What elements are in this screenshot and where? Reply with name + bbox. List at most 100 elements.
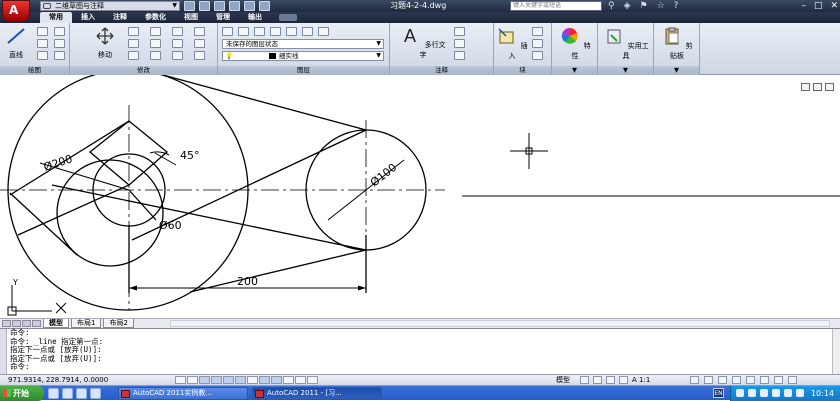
- dyn-toggle[interactable]: [259, 376, 270, 384]
- tab-parametric[interactable]: 参数化: [136, 12, 175, 23]
- application-menu-button[interactable]: A: [2, 0, 30, 22]
- viewport-close-icon[interactable]: [825, 83, 834, 91]
- plot-icon[interactable]: [259, 1, 270, 11]
- save-icon[interactable]: [214, 1, 225, 11]
- update-icon[interactable]: [772, 389, 780, 397]
- rotate-icon[interactable]: [128, 27, 139, 36]
- open-icon[interactable]: [199, 1, 210, 11]
- layers-panel-label[interactable]: 图层: [218, 66, 389, 75]
- offset-icon[interactable]: [194, 39, 205, 48]
- zoom-icon[interactable]: [619, 376, 628, 384]
- auto-scale-icon[interactable]: [704, 376, 713, 384]
- tpy-toggle[interactable]: [283, 376, 294, 384]
- status-menu-icon[interactable]: [774, 376, 783, 384]
- line-button[interactable]: 直线: [4, 26, 28, 60]
- new-icon[interactable]: [184, 1, 195, 11]
- insert-button[interactable]: 插入: [496, 26, 528, 61]
- tab-output[interactable]: 输出: [239, 12, 271, 23]
- move-button[interactable]: 移动: [90, 26, 120, 60]
- layer-lock-icon[interactable]: [318, 27, 329, 36]
- arc-icon[interactable]: [37, 51, 48, 60]
- annotation-scale[interactable]: A 1:1: [632, 375, 650, 385]
- ortho-toggle[interactable]: [199, 376, 210, 384]
- clipboard-button[interactable]: 剪贴板: [658, 26, 696, 61]
- minimize-icon[interactable]: –: [801, 0, 806, 12]
- utilities-button[interactable]: 实用工具: [602, 26, 650, 61]
- comm-center-icon[interactable]: ⚑: [640, 0, 648, 12]
- break-icon[interactable]: [194, 51, 205, 60]
- close-icon[interactable]: ✕: [830, 0, 838, 12]
- array-icon[interactable]: [172, 51, 183, 60]
- ime-icon[interactable]: [796, 389, 804, 397]
- lock-icon[interactable]: [732, 376, 741, 384]
- utilities-panel-arrow[interactable]: ▼: [598, 66, 653, 75]
- favorites-icon[interactable]: ☆: [657, 0, 665, 12]
- ribbon-minimize-button[interactable]: [279, 14, 297, 21]
- tab-layout2[interactable]: 布局2: [103, 319, 134, 328]
- prev-tab-icon[interactable]: [12, 320, 21, 327]
- attribute-icon[interactable]: [532, 51, 543, 60]
- language-indicator[interactable]: EN: [713, 388, 724, 398]
- properties-panel-arrow[interactable]: ▼: [552, 66, 597, 75]
- tab-manage[interactable]: 管理: [207, 12, 239, 23]
- clipboard-panel-arrow[interactable]: ▼: [654, 66, 699, 75]
- layer-properties-icon[interactable]: [222, 27, 233, 36]
- otrack-toggle[interactable]: [235, 376, 246, 384]
- rectangle-icon[interactable]: [54, 27, 65, 36]
- polar-toggle[interactable]: [211, 376, 222, 384]
- osnap-toggle[interactable]: [223, 376, 234, 384]
- search-input[interactable]: 键入关键字或短语: [510, 1, 602, 11]
- mirror-icon[interactable]: [150, 39, 161, 48]
- quick-view-drawings-icon[interactable]: [593, 376, 602, 384]
- edit-block-icon[interactable]: [532, 39, 543, 48]
- modify-panel-label[interactable]: 修改: [70, 66, 217, 75]
- command-window-handle[interactable]: [0, 329, 7, 375]
- annotation-visibility-icon[interactable]: [690, 376, 699, 384]
- linear-dimension-icon[interactable]: [454, 27, 465, 36]
- tab-home[interactable]: 常用: [40, 12, 72, 23]
- polyline-icon[interactable]: [37, 27, 48, 36]
- start-button[interactable]: 开始: [0, 386, 44, 401]
- security-icon[interactable]: [760, 389, 768, 397]
- qp-toggle[interactable]: [295, 376, 306, 384]
- workspace-dropdown[interactable]: 二维草图与注释 ▼: [40, 1, 180, 11]
- properties-button[interactable]: 特性: [558, 26, 592, 61]
- sc-toggle[interactable]: [307, 376, 318, 384]
- maximize-icon[interactable]: □: [814, 0, 823, 12]
- layer-off-icon[interactable]: [302, 27, 313, 36]
- quick-view-layouts-icon[interactable]: [580, 376, 589, 384]
- binoculars-icon[interactable]: ⚲: [608, 0, 615, 12]
- layer-match-icon[interactable]: [238, 27, 249, 36]
- viewport-minimize-icon[interactable]: [801, 83, 810, 91]
- subscription-icon[interactable]: ◈: [624, 0, 631, 12]
- grid-toggle[interactable]: [187, 376, 198, 384]
- ellipse-icon[interactable]: [54, 51, 65, 60]
- block-panel-label[interactable]: 块: [494, 66, 551, 75]
- explode-icon[interactable]: [194, 27, 205, 36]
- clean-screen-icon[interactable]: [788, 376, 797, 384]
- media-icon[interactable]: [76, 388, 87, 399]
- table-icon[interactable]: [454, 51, 465, 60]
- tab-insert[interactable]: 插入: [72, 12, 104, 23]
- antivirus-icon[interactable]: [784, 389, 792, 397]
- last-tab-icon[interactable]: [32, 320, 41, 327]
- taskbar-item[interactable]: AutoCAD 2011实例教...: [118, 387, 248, 400]
- coordinate-readout[interactable]: 971.9314, 228.7914, 0.0000: [8, 375, 108, 385]
- volume-icon[interactable]: [748, 389, 756, 397]
- isolate-objects-icon[interactable]: [760, 376, 769, 384]
- command-scrollbar[interactable]: [832, 329, 840, 375]
- drawing-area[interactable]: 45° Ø200 Ø100 Ø60 200 Y: [0, 75, 840, 318]
- mtext-button[interactable]: A 多行文字: [400, 25, 446, 60]
- lwt-toggle[interactable]: [271, 376, 282, 384]
- pan-icon[interactable]: [606, 376, 615, 384]
- layer-freeze-icon[interactable]: [286, 27, 297, 36]
- redo-icon[interactable]: [244, 1, 255, 11]
- desktop-icon[interactable]: [48, 388, 59, 399]
- model-space-label[interactable]: 模型: [556, 375, 570, 385]
- erase-icon[interactable]: [172, 27, 183, 36]
- tab-annotate[interactable]: 注释: [104, 12, 136, 23]
- layer-dropdown[interactable]: 💡 细实线 ▼: [222, 51, 384, 61]
- hardware-accel-icon[interactable]: [746, 376, 755, 384]
- create-block-icon[interactable]: [532, 27, 543, 36]
- ducs-toggle[interactable]: [247, 376, 258, 384]
